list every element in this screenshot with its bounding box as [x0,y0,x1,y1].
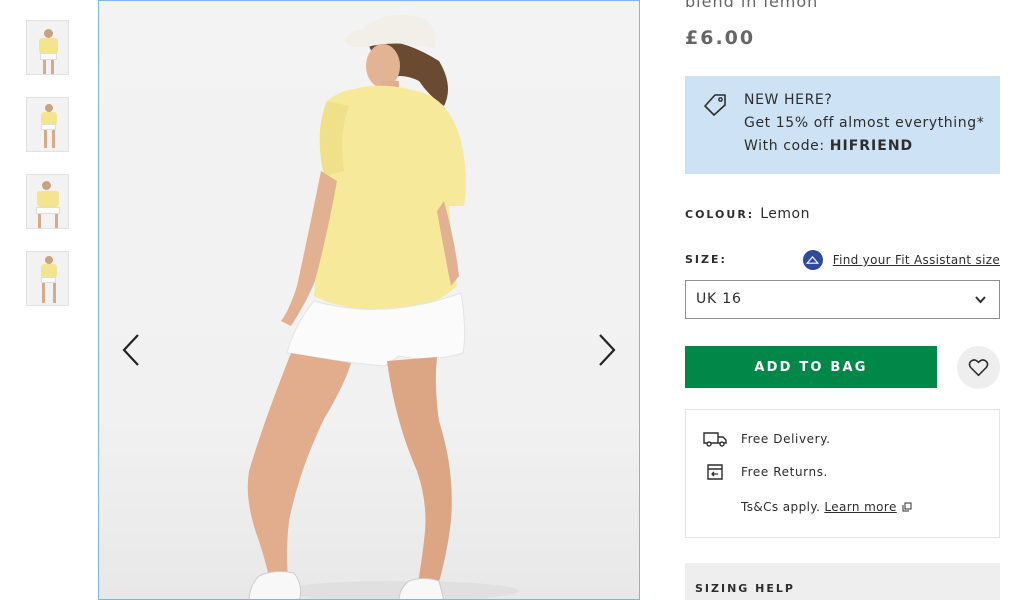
size-select[interactable]: UK 16 [685,280,1000,319]
save-for-later-button[interactable] [957,346,1000,389]
returns-icon [707,464,723,480]
colour-row: COLOUR: Lemon [685,206,810,222]
product-thumbnail-4[interactable] [26,251,69,306]
learn-more-link[interactable]: Learn more [824,500,896,514]
promo-code-prefix: With code: [744,138,830,154]
external-link-icon [902,502,912,512]
tag-icon [704,94,726,116]
sizing-help-heading: SIZING HELP [695,582,795,595]
add-to-bag-button[interactable]: ADD TO BAG [685,346,937,388]
colour-label: COLOUR: [685,208,755,221]
product-thumbnail-2[interactable] [26,97,69,152]
product-title: blend in lemon [685,0,819,11]
previous-image-button[interactable] [111,329,151,371]
product-main-image[interactable] [98,0,640,600]
fit-assistant-label: Find your Fit Assistant size [832,253,1000,267]
model-photo [247,14,519,599]
chevron-down-icon [975,296,986,304]
thumb-figure [44,29,53,38]
chevron-right-icon [599,334,616,366]
sizing-help-section[interactable]: SIZING HELP [685,563,1000,600]
product-thumbnail-3[interactable] [26,174,69,229]
free-returns-row: Free Returns. [703,463,828,481]
free-delivery-text: Free Delivery. [741,432,831,446]
promo-offer: Get 15% off almost everything* [744,115,985,131]
delivery-info-box: Free Delivery. Free Returns. Ts&Cs apply… [685,409,1000,538]
thumbnail-strip [26,20,69,328]
heart-icon [968,359,989,377]
fit-assistant-link[interactable]: Find your Fit Assistant size [802,250,1000,270]
promo-code: HIFRIEND [829,138,914,154]
selected-size: UK 16 [696,291,742,307]
truck-icon [703,432,727,447]
promo-heading: NEW HERE? [744,92,833,108]
next-image-button[interactable] [587,329,627,371]
colour-value: Lemon [760,206,810,222]
free-returns-text: Free Returns. [741,465,828,479]
chevron-left-icon [122,334,139,366]
promo-code-line: With code: HIFRIEND [744,135,1000,158]
product-thumbnail-1[interactable] [26,20,69,75]
product-price: £6.00 [685,27,756,49]
terms-text: Ts&Cs apply. [741,500,821,514]
free-delivery-row: Free Delivery. [703,430,831,448]
terms-row: Ts&Cs apply. Learn more [741,500,912,514]
size-label: SIZE: [685,253,727,266]
promo-banner: NEW HERE? Get 15% off almost everything*… [685,76,1000,174]
hanger-icon [802,250,823,270]
